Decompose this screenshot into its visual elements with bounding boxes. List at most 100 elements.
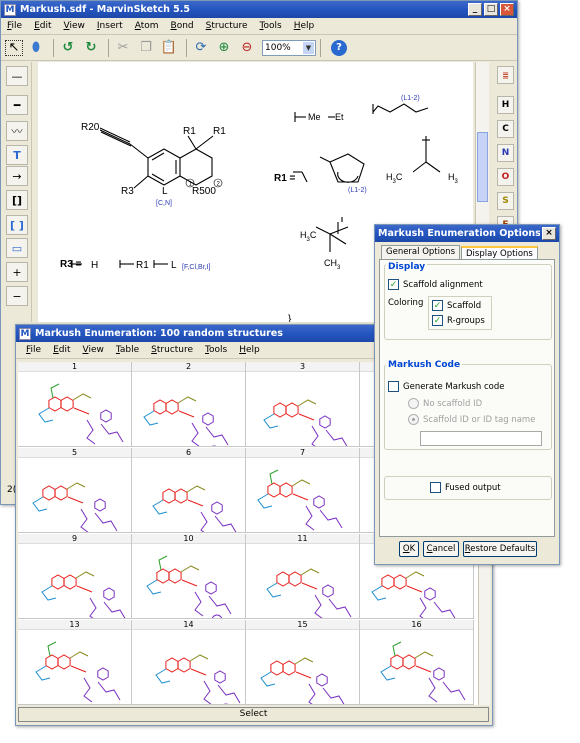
menu-bond[interactable]: Bond (171, 21, 194, 31)
menu-view[interactable]: View (83, 345, 104, 355)
structure-thumbnail (38, 383, 124, 445)
scaffold-tag-input[interactable] (420, 431, 542, 446)
minimize-button[interactable]: _ (468, 3, 482, 16)
atom-c-button[interactable]: C (497, 120, 514, 138)
arrow-tool-icon[interactable]: → (6, 166, 28, 186)
atom-o-button[interactable]: O (497, 168, 514, 186)
no-scaffold-id-radio[interactable]: No scaffold ID (408, 398, 482, 409)
single-bond-icon[interactable]: — (6, 66, 28, 86)
structure-cell-5[interactable]: 5 (18, 448, 132, 533)
r1-definition: R1 = (274, 173, 296, 184)
structure-cell-16[interactable]: 16 (360, 620, 474, 705)
atom-h-button[interactable]: H (497, 96, 514, 114)
menu-table[interactable]: Table (116, 345, 139, 355)
help-icon[interactable]: ? (331, 39, 347, 56)
select-button[interactable]: Select (18, 707, 489, 722)
zoom-select[interactable]: 100% (262, 39, 316, 56)
menu-view[interactable]: View (64, 21, 85, 31)
negative-charge-icon[interactable]: − (6, 286, 28, 306)
structure-thumbnail (266, 568, 352, 618)
structure-cell-14[interactable]: 14 (132, 620, 246, 705)
paste-icon[interactable]: 📋 (159, 38, 179, 58)
maximize-button[interactable]: □ (484, 3, 498, 16)
options-title-bar: Markush Enumeration Options × (375, 225, 559, 242)
close-button[interactable]: × (500, 3, 514, 16)
structure-cell-3[interactable]: 3 (246, 362, 360, 447)
menu-structure[interactable]: Structure (151, 345, 193, 355)
structure-cell-10[interactable]: 10 (132, 534, 246, 619)
ok-button[interactable]: OK (399, 541, 419, 557)
menu-insert[interactable]: Insert (97, 21, 123, 31)
scaffold-alignment-checkbox[interactable]: ✓ Scaffold alignment (388, 279, 483, 290)
menu-tools[interactable]: Tools (205, 345, 227, 355)
select-tool-icon[interactable]: ↖ (5, 39, 23, 56)
structure-thumbnail (152, 485, 237, 532)
structure-thumbnail (146, 555, 232, 618)
double-bond-icon[interactable]: ━ (6, 95, 28, 115)
structure-thumbnail (260, 657, 345, 704)
redo-icon[interactable]: ↻ (81, 38, 101, 58)
menu-file[interactable]: File (26, 345, 41, 355)
tab-general-options[interactable]: General Options (381, 245, 460, 259)
radio-selected-icon (408, 414, 419, 425)
checkmark-icon: ✓ (432, 315, 443, 326)
bracket-tool-icon[interactable]: [] (6, 190, 28, 210)
fused-output-checkbox[interactable]: Fused output (430, 482, 501, 493)
ch3-label: CH3 (324, 258, 341, 271)
restore-defaults-button[interactable]: Restore Defaults (463, 541, 537, 557)
menu-atom[interactable]: Atom (135, 21, 159, 31)
text-tool-icon[interactable]: T (6, 145, 28, 165)
menu-help[interactable]: Help (294, 21, 315, 31)
atom-n-button[interactable]: N (497, 144, 514, 162)
structure-cell-9[interactable]: 9 (18, 534, 132, 619)
menu-structure[interactable]: Structure (206, 21, 248, 31)
group-bracket-icon[interactable]: [ ] (6, 215, 28, 235)
generate-code-checkbox[interactable]: Generate Markush code (388, 381, 505, 392)
structure-cell-6[interactable]: 6 (132, 448, 246, 533)
menu-edit[interactable]: Edit (34, 21, 51, 31)
chain-icon[interactable]: 〰 (6, 121, 28, 141)
left-toolbar: — ━ 〰 T → [] [ ] ▭ + − (2, 62, 32, 322)
scaffold-tag-radio[interactable]: Scaffold ID or ID tag name (408, 414, 535, 425)
hydrogen-option: H (91, 260, 98, 271)
eraser-icon[interactable]: ⬮ (26, 38, 46, 58)
clean-structure-icon[interactable]: ⟳ (191, 38, 211, 58)
structure-cell-15[interactable]: 15 (246, 620, 360, 705)
copy-icon[interactable]: ❐ (136, 38, 156, 58)
menu-edit[interactable]: Edit (53, 345, 70, 355)
cut-icon[interactable]: ✂ (113, 38, 133, 58)
close-button[interactable]: × (542, 227, 556, 240)
menu-tools[interactable]: Tools (260, 21, 282, 31)
scaffold-color-checkbox[interactable]: ✓ Scaffold (432, 300, 481, 311)
checkmark-icon: ✓ (388, 279, 399, 290)
cell-number: 7 (246, 448, 359, 458)
tab-display-options[interactable]: Display Options (461, 246, 538, 260)
structure-thumbnail (263, 399, 348, 446)
structure-cell-11[interactable]: 11 (246, 534, 360, 619)
atom-s-button[interactable]: S (497, 192, 514, 210)
undo-icon[interactable]: ↺ (58, 38, 78, 58)
no-scaffold-id-label: No scaffold ID (423, 398, 483, 409)
structure-cell-2[interactable]: 2 (132, 362, 246, 447)
structure-cell-7[interactable]: 7 (246, 448, 360, 533)
l-reference: L (171, 260, 177, 271)
cancel-button[interactable]: Cancel (423, 541, 459, 557)
cell-number: 3 (246, 362, 359, 372)
periodic-table-icon[interactable]: ≣ (497, 66, 514, 84)
zoom-out-icon[interactable]: ⊖ (237, 38, 257, 58)
toolbar-separator (53, 38, 54, 57)
generate-code-label: Generate Markush code (403, 381, 505, 392)
menu-file[interactable]: File (7, 21, 22, 31)
repeat-l12-top: (L1-2) (401, 95, 420, 102)
menu-help[interactable]: Help (239, 345, 260, 355)
options-title: Markush Enumeration Options (378, 228, 540, 239)
rgroups-color-checkbox[interactable]: ✓ R-groups (432, 315, 485, 326)
main-toolbar: ↖ ⬮ ↺ ↻ ✂ ❐ 📋 ⟳ ⊕ ⊖ 100% ? (1, 35, 517, 61)
toolbar-separator (108, 38, 109, 57)
structure-cell-1[interactable]: 1 (18, 362, 132, 447)
cell-number: 5 (18, 448, 131, 458)
structure-cell-13[interactable]: 13 (18, 620, 132, 705)
zoom-in-icon[interactable]: ⊕ (214, 38, 234, 58)
positive-charge-icon[interactable]: + (6, 262, 28, 282)
rectangle-tool-icon[interactable]: ▭ (6, 238, 28, 258)
